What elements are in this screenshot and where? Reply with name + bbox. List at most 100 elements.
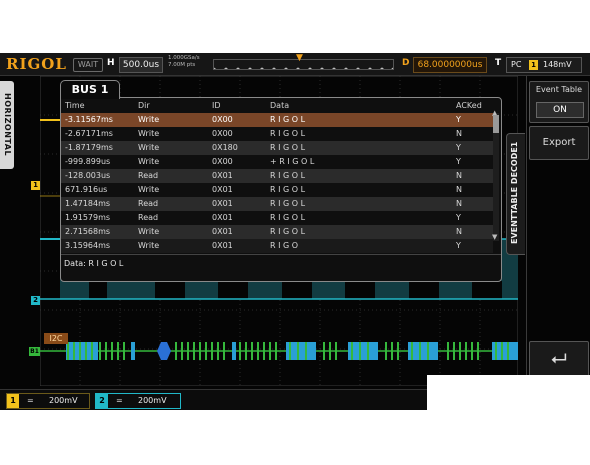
header-acked: ACKed	[456, 101, 482, 110]
back-arrow-icon: ⮠	[551, 346, 567, 370]
table-row[interactable]: -3.11567ms Write 0X00 R I G O L Y	[61, 113, 493, 127]
timebase-value[interactable]: 500.0us	[119, 57, 163, 73]
cell-data: R I G O	[270, 241, 299, 250]
back-button[interactable]: ⮠	[529, 341, 589, 377]
cell-data: R I G O L	[270, 129, 306, 138]
trigger-settings[interactable]: PC 1 148mV	[506, 57, 582, 73]
cell-time: -3.11567ms	[65, 115, 113, 124]
trigger-type: PC	[511, 60, 522, 69]
cell-time: 1.47184ms	[65, 199, 111, 208]
bus-offset-marker[interactable]: B1	[29, 347, 40, 356]
cell-id: 0X01	[212, 213, 233, 222]
memory-wave-icon	[214, 67, 393, 69]
cell-dir: Write	[138, 241, 160, 250]
table-row[interactable]: -128.003us Read 0X01 R I G O L N	[61, 169, 493, 183]
event-table-button[interactable]: Event Table ON	[529, 81, 589, 123]
header-dir: Dir	[138, 101, 150, 110]
protocol-label: I2C	[44, 333, 68, 344]
cell-dir: Write	[138, 143, 160, 152]
cell-dir: Write	[138, 115, 160, 124]
delay-label: D	[402, 58, 410, 68]
table-row[interactable]: 2.71568ms Write 0X01 R I G O L N	[61, 225, 493, 239]
cell-id: 0X180	[212, 143, 238, 152]
run-status-badge[interactable]: WAIT	[73, 58, 103, 72]
cell-acked: Y	[456, 143, 461, 152]
cell-data: R I G O L	[270, 171, 306, 180]
scroll-down-icon[interactable]: ▼	[492, 233, 497, 241]
cell-time: 3.15964ms	[65, 241, 111, 250]
ch1-number: 1	[7, 394, 19, 408]
cell-acked: N	[456, 227, 462, 236]
cell-id: 0X00	[212, 157, 233, 166]
ch1-scale: 200mV	[49, 396, 78, 405]
cell-acked: N	[456, 171, 462, 180]
ch1-offset-marker[interactable]: 1	[31, 181, 40, 190]
ch2-scale-box[interactable]: 2 = 200mV	[95, 393, 181, 409]
cell-time: 2.71568ms	[65, 227, 111, 236]
cell-data: R I G O L	[270, 213, 306, 222]
cell-id: 0X01	[212, 199, 233, 208]
cell-acked: Y	[456, 213, 461, 222]
event-table-header: Time Dir ID Data ACKed	[61, 101, 501, 112]
cell-id: 0X00	[212, 129, 233, 138]
ch1-coupling: =	[27, 396, 34, 405]
table-row[interactable]: 1.91579ms Read 0X01 R I G O L Y	[61, 211, 493, 225]
ch2-coupling: =	[116, 396, 123, 405]
cell-dir: Read	[138, 199, 159, 208]
cell-dir: Write	[138, 157, 160, 166]
delay-value[interactable]: 68.0000000us	[413, 57, 487, 73]
cell-dir: Write	[138, 185, 160, 194]
table-row[interactable]: -2.67171ms Write 0X00 R I G O L N	[61, 127, 493, 141]
acquisition-info: 1.000GSa/s 7.00M pts	[168, 55, 200, 69]
top-status-bar: RIGOL WAIT H 500.0us 1.000GSa/s 7.00M pt…	[0, 53, 590, 76]
ch2-number: 2	[96, 394, 108, 408]
cell-acked: Y	[456, 115, 461, 124]
decode-tab-label: EVENTTABLE DECODE1	[510, 141, 519, 245]
table-row[interactable]: 1.47184ms Read 0X01 R I G O L N	[61, 197, 493, 211]
cell-id: 0X01	[212, 227, 233, 236]
cell-data: R I G O L	[270, 143, 306, 152]
cell-acked: N	[456, 199, 462, 208]
horizontal-tab-label: HORIZONTAL	[3, 93, 12, 157]
cell-data: R I G O L	[270, 185, 306, 194]
trigger-level: 148mV	[543, 60, 572, 69]
event-table-label: Event Table	[535, 85, 583, 94]
cell-dir: Read	[138, 171, 159, 180]
cell-dir: Write	[138, 129, 160, 138]
event-table: Time Dir ID Data ACKed -3.11567ms Write …	[60, 97, 502, 282]
cell-dir: Write	[138, 227, 160, 236]
cell-acked: N	[456, 185, 462, 194]
trigger-label: T	[495, 58, 502, 68]
cell-time: 671.916us	[65, 185, 108, 194]
scope-screen: RIGOL WAIT H 500.0us 1.000GSa/s 7.00M pt…	[0, 53, 590, 410]
horizontal-label: H	[107, 58, 115, 68]
trigger-position-icon: ▼	[296, 53, 303, 63]
cell-time: -1.87179ms	[65, 143, 113, 152]
scrollbar-thumb[interactable]	[493, 115, 499, 133]
table-row[interactable]: 3.15964ms Write 0X01 R I G O Y	[61, 239, 493, 253]
table-row[interactable]: -1.87179ms Write 0X180 R I G O L Y	[61, 141, 493, 155]
table-row[interactable]: -999.899us Write 0X00 + R I G O L Y	[61, 155, 493, 169]
cell-time: -128.003us	[65, 171, 111, 180]
cell-data: + R I G O L	[270, 157, 315, 166]
blank-area	[427, 375, 590, 410]
cell-id: 0X00	[212, 115, 233, 124]
ch2-scale: 200mV	[138, 396, 167, 405]
ch1-scale-box[interactable]: 1 = 200mV	[6, 393, 90, 409]
cell-time: -999.899us	[65, 157, 111, 166]
rigol-logo: RIGOL	[6, 55, 67, 73]
i2c-bus-trace	[40, 342, 518, 360]
table-scrollbar[interactable]: ▲ ▼	[492, 109, 499, 241]
cell-id: 0X01	[212, 185, 233, 194]
memory-depth: 7.00M pts	[168, 62, 196, 68]
ch2-offset-marker[interactable]: 2	[31, 296, 40, 305]
cell-acked: N	[456, 129, 462, 138]
waveform-memory-overview	[213, 59, 394, 70]
event-table-value: ON	[536, 102, 584, 118]
cell-dir: Read	[138, 213, 159, 222]
cell-data: R I G O L	[270, 115, 306, 124]
sample-rate: 1.000GSa/s	[168, 55, 200, 61]
table-row[interactable]: 671.916us Write 0X01 R I G O L N	[61, 183, 493, 197]
export-button[interactable]: Export	[529, 126, 589, 160]
bus1-tab[interactable]: BUS 1	[60, 80, 120, 99]
